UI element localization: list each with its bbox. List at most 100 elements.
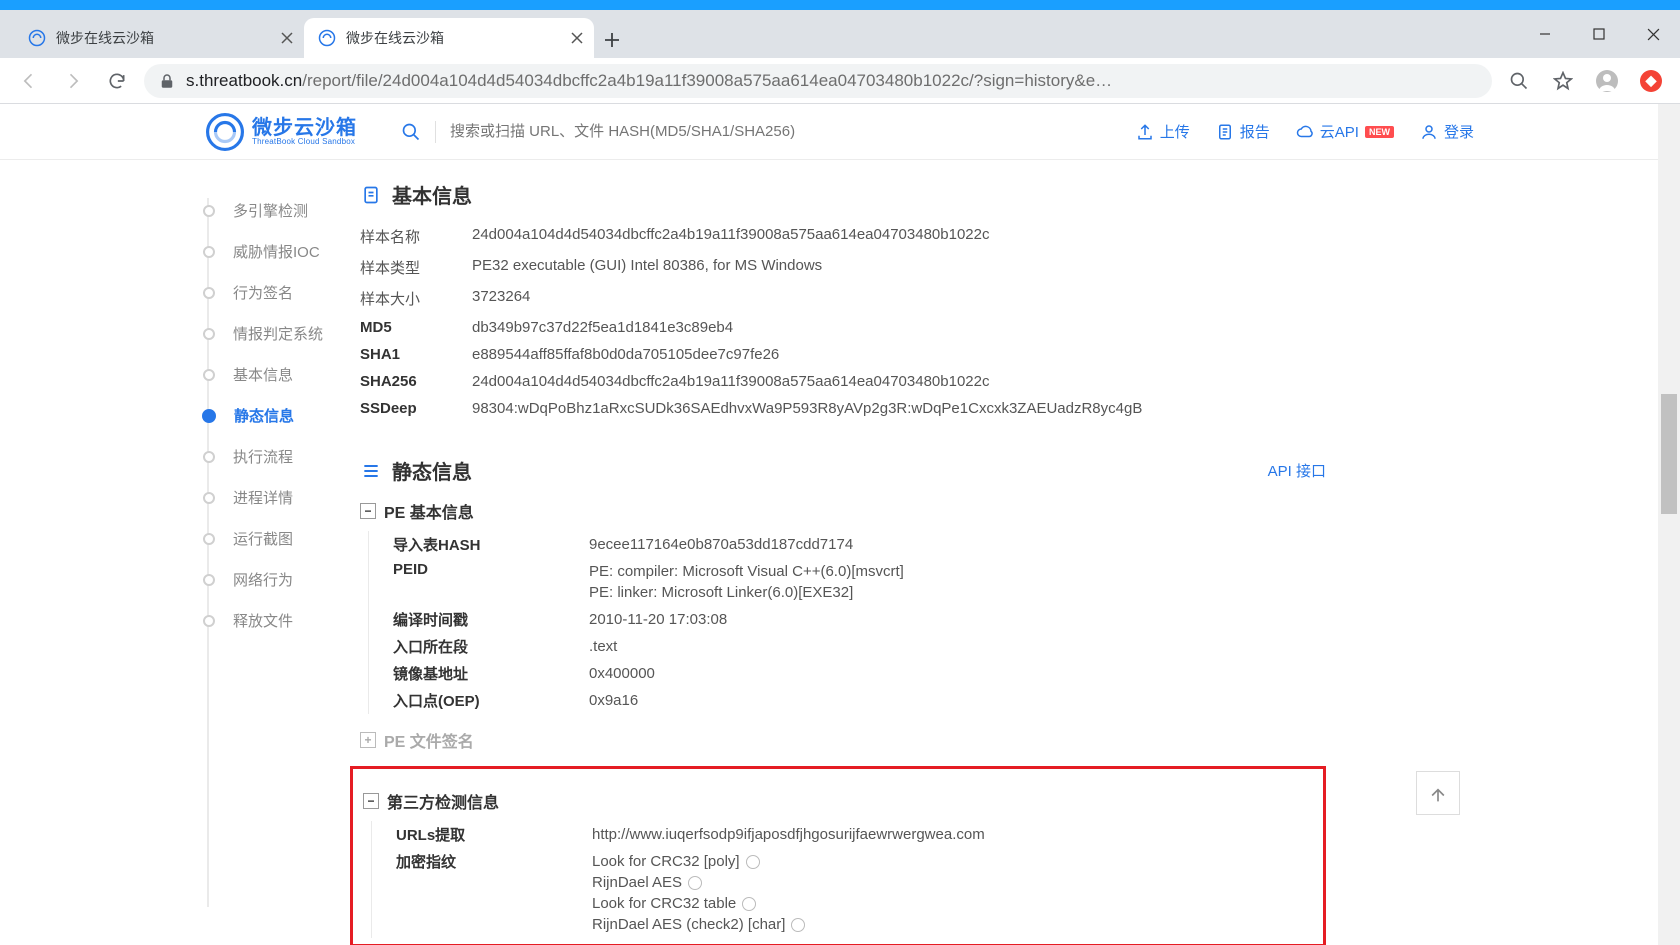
browser-tab-1[interactable]: 微步在线云沙箱 [304, 18, 594, 58]
app-logo[interactable]: 微步云沙箱 ThreatBook Cloud Sandbox [206, 113, 357, 151]
thirdparty-header[interactable]: − 第三方检测信息 [363, 789, 1313, 813]
new-badge: NEW [1365, 126, 1394, 138]
info-circle-icon[interactable] [688, 876, 702, 890]
pe-row: 入口点(OEP)0x9a16 [393, 687, 1326, 714]
nav-item[interactable]: 进程详情 [196, 477, 346, 518]
info-key: 样本大小 [360, 288, 472, 309]
nav-item-label: 情报判定系统 [233, 323, 323, 344]
window-close-button[interactable] [1626, 10, 1680, 58]
info-value: e889544aff85ffaf8b0d0da705105dee7c97fe26 [472, 346, 1326, 363]
favicon-icon [318, 29, 336, 47]
nav-item-label: 释放文件 [233, 610, 293, 631]
browser-tab-0[interactable]: 微步在线云沙箱 [14, 18, 304, 58]
pe-row: 镜像基地址0x400000 [393, 660, 1326, 687]
window-minimize-button[interactable] [1518, 10, 1572, 58]
nav-item-label: 威胁情报IOC [233, 241, 320, 262]
nav-item[interactable]: 网络行为 [196, 559, 346, 600]
nav-item[interactable]: 释放文件 [196, 600, 346, 641]
scrollbar-thumb[interactable] [1661, 394, 1677, 514]
app-header: 微步云沙箱 ThreatBook Cloud Sandbox 上传 报告 云AP… [0, 104, 1680, 160]
info-row: SHA1e889544aff85ffaf8b0d0da705105dee7c97… [360, 341, 1326, 368]
close-icon[interactable] [278, 29, 296, 47]
info-value: 98304:wDqPoBhz1aRxcSUDk36SAEdhvxWa9P593R… [472, 400, 1326, 417]
nav-item-label: 多引擎检测 [233, 200, 308, 221]
pe-row: 编译时间戳2010-11-20 17:03:08 [393, 606, 1326, 633]
side-nav: 多引擎检测威胁情报IOC 行为签名情报判定系统基本信息静态信息执行流程进程详情运行… [196, 160, 346, 945]
pe-row: 入口所在段.text [393, 633, 1326, 660]
nav-item-label: 网络行为 [233, 569, 293, 590]
login-button[interactable]: 登录 [1420, 121, 1474, 142]
scroll-to-top-button[interactable] [1416, 771, 1460, 815]
profile-avatar-icon[interactable] [1590, 64, 1624, 98]
info-value: db349b97c37d22f5ea1d1841e3c89eb4 [472, 319, 1326, 336]
info-row: SHA25624d004a104d4d54034dbcffc2a4b19a11f… [360, 368, 1326, 395]
info-key: 样本类型 [360, 257, 472, 278]
nav-item[interactable]: 执行流程 [196, 436, 346, 477]
tp-value: http://www.iuqerfsodp9ifjaposdfjhgosurij… [592, 824, 1313, 845]
forward-button[interactable] [56, 64, 90, 98]
document-icon [360, 184, 382, 206]
nav-item[interactable]: 运行截图 [196, 518, 346, 559]
browser-tabstrip: 微步在线云沙箱 微步在线云沙箱 [0, 10, 1680, 58]
info-value: 3723264 [472, 288, 1326, 309]
pe-signature-header[interactable]: + PE 文件签名 [360, 728, 1326, 752]
nav-item[interactable]: 基本信息 [196, 354, 346, 395]
pe-row: 导入表HASH9ecee117164e0b870a53dd187cdd7174 [393, 531, 1326, 558]
nav-item-label: 基本信息 [233, 364, 293, 385]
cloud-api-button[interactable]: 云API NEW [1296, 121, 1394, 142]
bookmark-star-icon[interactable] [1546, 64, 1580, 98]
window-titlebar-accent [0, 0, 1680, 10]
info-circle-icon[interactable] [742, 897, 756, 911]
search-input[interactable] [450, 123, 830, 140]
info-row: SSDeep98304:wDqPoBhz1aRxcSUDk36SAEdhvxWa… [360, 395, 1326, 422]
info-value: 24d004a104d4d54034dbcffc2a4b19a11f39008a… [472, 373, 1326, 390]
nav-item-label: 运行截图 [233, 528, 293, 549]
pe-value: 0x400000 [589, 663, 1326, 684]
nav-item[interactable]: 情报判定系统 [196, 313, 346, 354]
pe-key: 入口所在段 [393, 636, 589, 657]
info-circle-icon[interactable] [791, 918, 805, 932]
info-key: SSDeep [360, 400, 472, 417]
url-text: s.threatbook.cn/report/file/24d004a104d4… [186, 71, 1478, 91]
header-search [401, 121, 830, 143]
pe-basic-header[interactable]: − PE 基本信息 [360, 499, 1326, 523]
pe-value: 2010-11-20 17:03:08 [589, 609, 1326, 630]
search-icon [401, 122, 421, 142]
logo-title: 微步云沙箱 [252, 118, 357, 138]
logo-subtitle: ThreatBook Cloud Sandbox [252, 138, 357, 146]
url-input[interactable]: s.threatbook.cn/report/file/24d004a104d4… [144, 64, 1492, 98]
api-link[interactable]: API 接口 [1268, 460, 1326, 481]
main-content: 基本信息 样本名称24d004a104d4d54034dbcffc2a4b19a… [346, 160, 1366, 945]
lock-icon [158, 72, 176, 90]
info-row: MD5db349b97c37d22f5ea1d1841e3c89eb4 [360, 314, 1326, 341]
nav-item[interactable]: 静态信息 [196, 395, 346, 436]
back-button[interactable] [12, 64, 46, 98]
nav-item[interactable]: 行为签名 [196, 272, 346, 313]
zoom-icon[interactable] [1502, 64, 1536, 98]
new-tab-button[interactable] [594, 22, 630, 58]
tab-title: 微步在线云沙箱 [346, 28, 558, 48]
report-button[interactable]: 报告 [1216, 121, 1270, 142]
nav-item[interactable]: 威胁情报IOC [196, 231, 346, 272]
reload-button[interactable] [100, 64, 134, 98]
collapse-icon: − [363, 793, 379, 809]
close-icon[interactable] [568, 29, 586, 47]
extension-icon[interactable]: ◆ [1634, 64, 1668, 98]
upload-button[interactable]: 上传 [1136, 121, 1190, 142]
nav-item[interactable]: 多引擎检测 [196, 190, 346, 231]
expand-icon: + [360, 732, 376, 748]
tp-key: 加密指纹 [396, 851, 592, 935]
info-row: 样本大小3723264 [360, 283, 1326, 314]
pe-key: 入口点(OEP) [393, 690, 589, 711]
info-key: MD5 [360, 319, 472, 336]
page-scrollbar[interactable] [1658, 104, 1680, 945]
info-row: 样本名称24d004a104d4d54034dbcffc2a4b19a11f39… [360, 221, 1326, 252]
info-circle-icon[interactable] [746, 855, 760, 869]
pe-row: PEIDPE: compiler: Microsoft Visual C++(6… [393, 558, 1326, 606]
tab-title: 微步在线云沙箱 [56, 28, 268, 48]
nav-item-label: 行为签名 [233, 282, 293, 303]
tp-row: URLs提取http://www.iuqerfsodp9ifjaposdfjhg… [396, 821, 1313, 848]
tp-value: Look for CRC32 [poly]RijnDael AESLook fo… [592, 851, 1313, 935]
window-maximize-button[interactable] [1572, 10, 1626, 58]
section-basic-info: 基本信息 [360, 180, 1326, 209]
